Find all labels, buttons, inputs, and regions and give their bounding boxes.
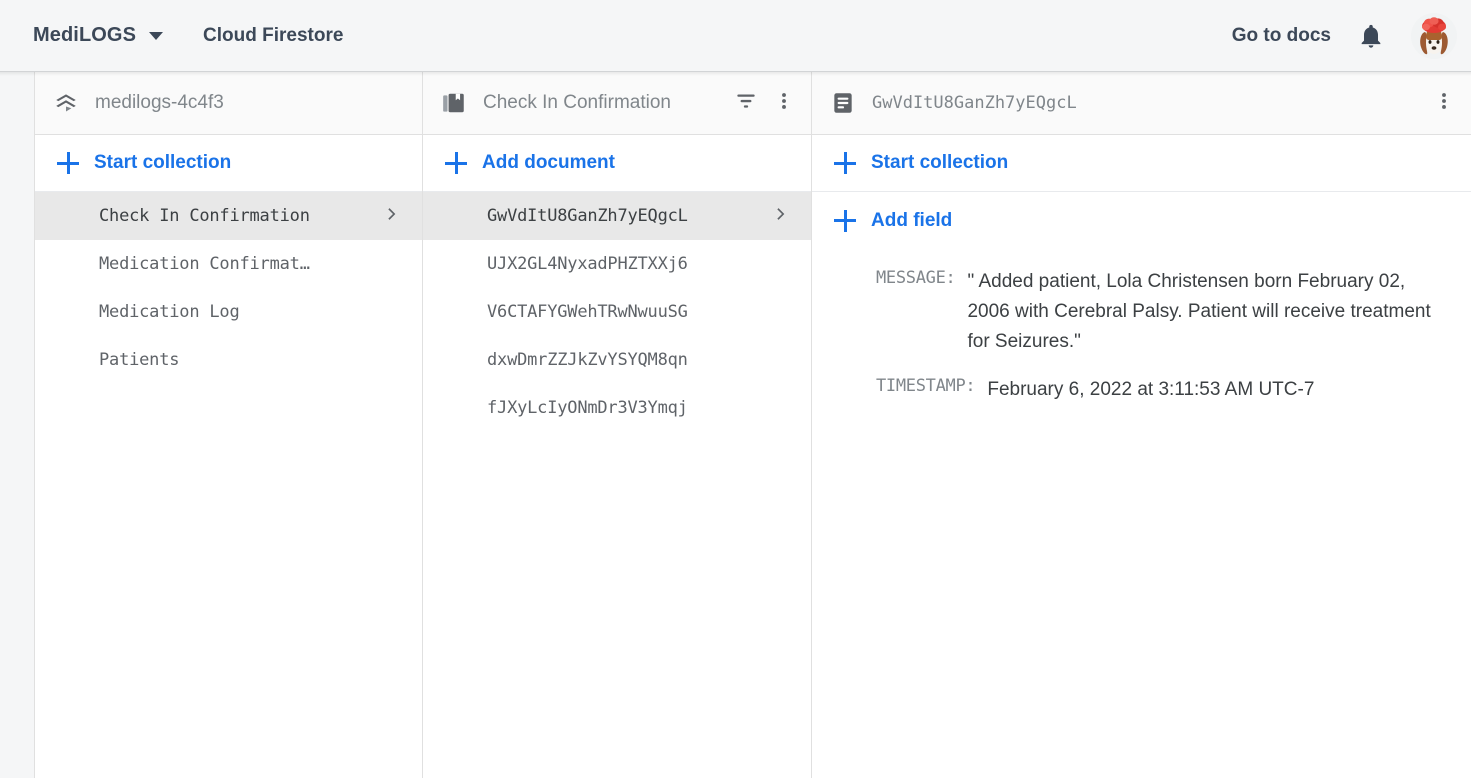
project-selector[interactable]: MediLOGS: [33, 24, 164, 47]
document-id: fJXyLcIyONmDr3V3Ymqj: [487, 398, 688, 418]
collection-name: Patients: [99, 350, 180, 370]
start-subcollection-button[interactable]: Start collection: [812, 135, 1471, 192]
chevron-right-icon: [771, 204, 791, 229]
firestore-stack-icon: [53, 90, 79, 116]
add-document-button[interactable]: Add document: [423, 135, 811, 192]
collection-list-item[interactable]: Medication Log: [35, 288, 422, 336]
plus-icon: [57, 152, 79, 174]
filter-icon[interactable]: [733, 88, 759, 119]
left-nav-gutter: [0, 72, 35, 778]
collection-icon: [441, 90, 467, 116]
start-collection-label: Start collection: [871, 152, 1009, 173]
documents-header-actions: [733, 88, 795, 119]
document-detail-panel: GwVdItU8GanZh7yEQgcL Start collection Ad…: [812, 72, 1471, 778]
collections-panel: medilogs-4c4f3 Start collection Check In…: [35, 72, 423, 778]
collection-name: Check In Confirmation: [99, 206, 310, 226]
documents-panel: Check In Confirmation Add document GwVdI…: [423, 72, 812, 778]
document-list-item[interactable]: GwVdItU8GanZh7yEQgcL: [423, 192, 811, 240]
project-name: MediLOGS: [33, 24, 137, 46]
plus-icon: [445, 152, 467, 174]
document-id: UJX2GL4NyxadPHZTXXj6: [487, 254, 688, 274]
plus-icon: [834, 209, 856, 232]
firestore-data-workspace: medilogs-4c4f3 Start collection Check In…: [0, 72, 1471, 778]
document-id: GwVdItU8GanZh7yEQgcL: [487, 206, 688, 226]
document-id: V6CTAFYGWehTRwNwuuSG: [487, 302, 688, 322]
field-row[interactable]: TIMESTAMP: February 6, 2022 at 3:11:53 A…: [876, 375, 1451, 405]
document-detail-header: GwVdItU8GanZh7yEQgcL: [812, 72, 1471, 135]
document-list-item[interactable]: fJXyLcIyONmDr3V3Ymqj: [423, 384, 811, 432]
collection-name: Medication Confirmat…: [99, 254, 310, 274]
top-app-bar: MediLOGS Cloud Firestore Go to docs: [0, 0, 1471, 76]
field-row[interactable]: MESSAGE: " Added patient, Lola Christens…: [876, 267, 1451, 357]
start-collection-label: Start collection: [94, 152, 232, 173]
collection-list-item[interactable]: Patients: [35, 336, 422, 384]
chevron-down-icon: [149, 31, 164, 40]
collections-panel-header: medilogs-4c4f3: [35, 72, 422, 135]
document-icon: [830, 90, 856, 116]
field-list: MESSAGE: " Added patient, Lola Christens…: [812, 249, 1471, 778]
document-list-item[interactable]: V6CTAFYGWehTRwNwuuSG: [423, 288, 811, 336]
start-collection-button[interactable]: Start collection: [35, 135, 422, 192]
document-list-item[interactable]: dxwDmrZZJkZvYSYQM8qn: [423, 336, 811, 384]
field-key: MESSAGE:: [876, 268, 956, 288]
document-list: GwVdItU8GanZh7yEQgcL UJX2GL4NyxadPHZTXXj…: [423, 192, 811, 778]
document-id: dxwDmrZZJkZvYSYQM8qn: [487, 350, 688, 370]
product-title: Cloud Firestore: [203, 24, 344, 46]
more-vert-icon[interactable]: [1433, 88, 1455, 119]
field-key: TIMESTAMP:: [876, 376, 976, 396]
field-value: " Added patient, Lola Christensen born F…: [967, 271, 1431, 352]
collection-list-item[interactable]: Check In Confirmation: [35, 192, 422, 240]
collection-name: Medication Log: [99, 302, 240, 322]
document-id-label: GwVdItU8GanZh7yEQgcL: [872, 93, 1077, 113]
collection-list: Check In Confirmation Medication Confirm…: [35, 192, 422, 778]
document-list-item[interactable]: UJX2GL4NyxadPHZTXXj6: [423, 240, 811, 288]
field-value: February 6, 2022 at 3:11:53 AM UTC-7: [987, 379, 1315, 400]
documents-panel-header: Check In Confirmation: [423, 72, 811, 135]
project-id-label: medilogs-4c4f3: [95, 92, 224, 113]
avatar[interactable]: [1411, 12, 1457, 59]
add-field-button[interactable]: Add field: [812, 192, 1471, 249]
document-detail-actions: [1433, 88, 1455, 119]
add-document-label: Add document: [482, 152, 615, 173]
add-field-label: Add field: [871, 209, 953, 231]
more-vert-icon[interactable]: [773, 88, 795, 119]
go-to-docs-link[interactable]: Go to docs: [1232, 25, 1331, 47]
chevron-right-icon: [382, 204, 402, 229]
collection-list-item[interactable]: Medication Confirmat…: [35, 240, 422, 288]
bell-icon[interactable]: [1357, 21, 1385, 51]
collection-title-label: Check In Confirmation: [483, 92, 671, 113]
plus-icon: [834, 152, 856, 174]
top-bar-actions: Go to docs: [1232, 12, 1457, 59]
